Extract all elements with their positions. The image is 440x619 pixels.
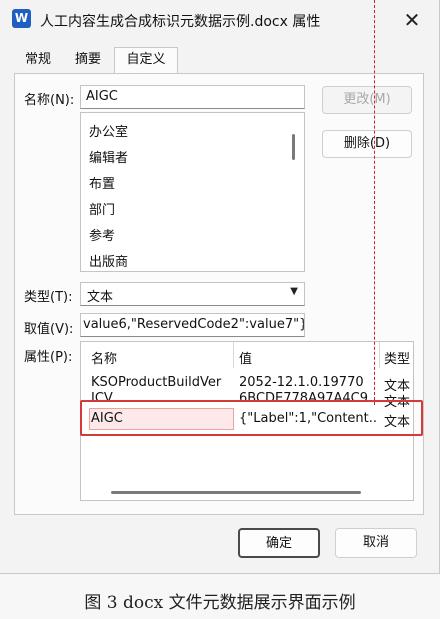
list-item[interactable]: 办公室 — [89, 121, 128, 140]
value-label: 取值(V): — [24, 322, 74, 337]
type-select[interactable]: 文本 ▼ — [80, 282, 305, 306]
name-input[interactable]: AIGC — [80, 85, 305, 109]
tab-custom[interactable]: 自定义 — [114, 47, 178, 74]
table-cell-value[interactable]: 2052-12.1.0.19770 — [239, 375, 377, 390]
type-select-value: 文本 — [87, 290, 114, 305]
properties-table: 名称 值 类型 KSOProductBuildVer 2052-12.1.0.1… — [80, 341, 414, 501]
chevron-down-icon: ▼ — [290, 286, 298, 297]
type-label: 类型(T): — [24, 290, 73, 305]
name-options-list[interactable]: 办公室 编辑者 布置 部门 参考 出版商 — [80, 112, 305, 272]
tab-general[interactable]: 常规 — [14, 48, 62, 72]
tab-summary[interactable]: 摘要 — [62, 48, 114, 72]
ok-button[interactable]: 确定 — [238, 528, 320, 558]
column-header-name[interactable]: 名称 — [91, 348, 117, 367]
column-divider[interactable] — [233, 342, 234, 368]
list-item[interactable]: 编辑者 — [89, 147, 128, 166]
column-header-type[interactable]: 类型 — [384, 348, 410, 367]
table-scrollbar[interactable] — [111, 491, 361, 494]
annotation-dashed-line — [374, 0, 375, 405]
modify-button[interactable]: 更改(M) — [322, 86, 412, 114]
list-scrollbar[interactable] — [292, 134, 295, 160]
list-item[interactable]: 布置 — [89, 173, 115, 192]
properties-label: 属性(P): — [24, 350, 73, 365]
table-cell-value[interactable]: 6BCDE778A97A4C9... — [239, 391, 377, 406]
column-header-value[interactable]: 值 — [239, 348, 252, 367]
word-app-icon: W — [12, 9, 31, 28]
name-label: 名称(N): — [24, 93, 75, 108]
table-cell-name[interactable]: ICV — [91, 391, 231, 406]
window-title: 人工内容生成合成标识元数据示例.docx 属性 — [40, 14, 321, 30]
cancel-button[interactable]: 取消 — [335, 528, 417, 558]
list-item[interactable]: 参考 — [89, 225, 115, 244]
table-cell-type[interactable]: 文本 — [384, 411, 412, 430]
table-cell-name[interactable]: AIGC — [91, 411, 231, 426]
close-button[interactable]: ✕ — [397, 7, 427, 33]
delete-button[interactable]: 删除(D) — [322, 130, 412, 158]
figure-caption: 图 3 docx 文件元数据展示界面示例 — [84, 593, 356, 613]
table-cell-name[interactable]: KSOProductBuildVer — [91, 375, 231, 390]
column-divider[interactable] — [379, 342, 380, 368]
list-item[interactable]: 出版商 — [89, 251, 128, 270]
table-cell-type[interactable]: 文本 — [384, 391, 412, 410]
table-cell-value[interactable]: {"Label":1,"Content... — [239, 411, 377, 426]
list-item[interactable]: 部门 — [89, 199, 115, 218]
value-input[interactable]: value6,"ReservedCode2":value7"} — [80, 313, 305, 337]
